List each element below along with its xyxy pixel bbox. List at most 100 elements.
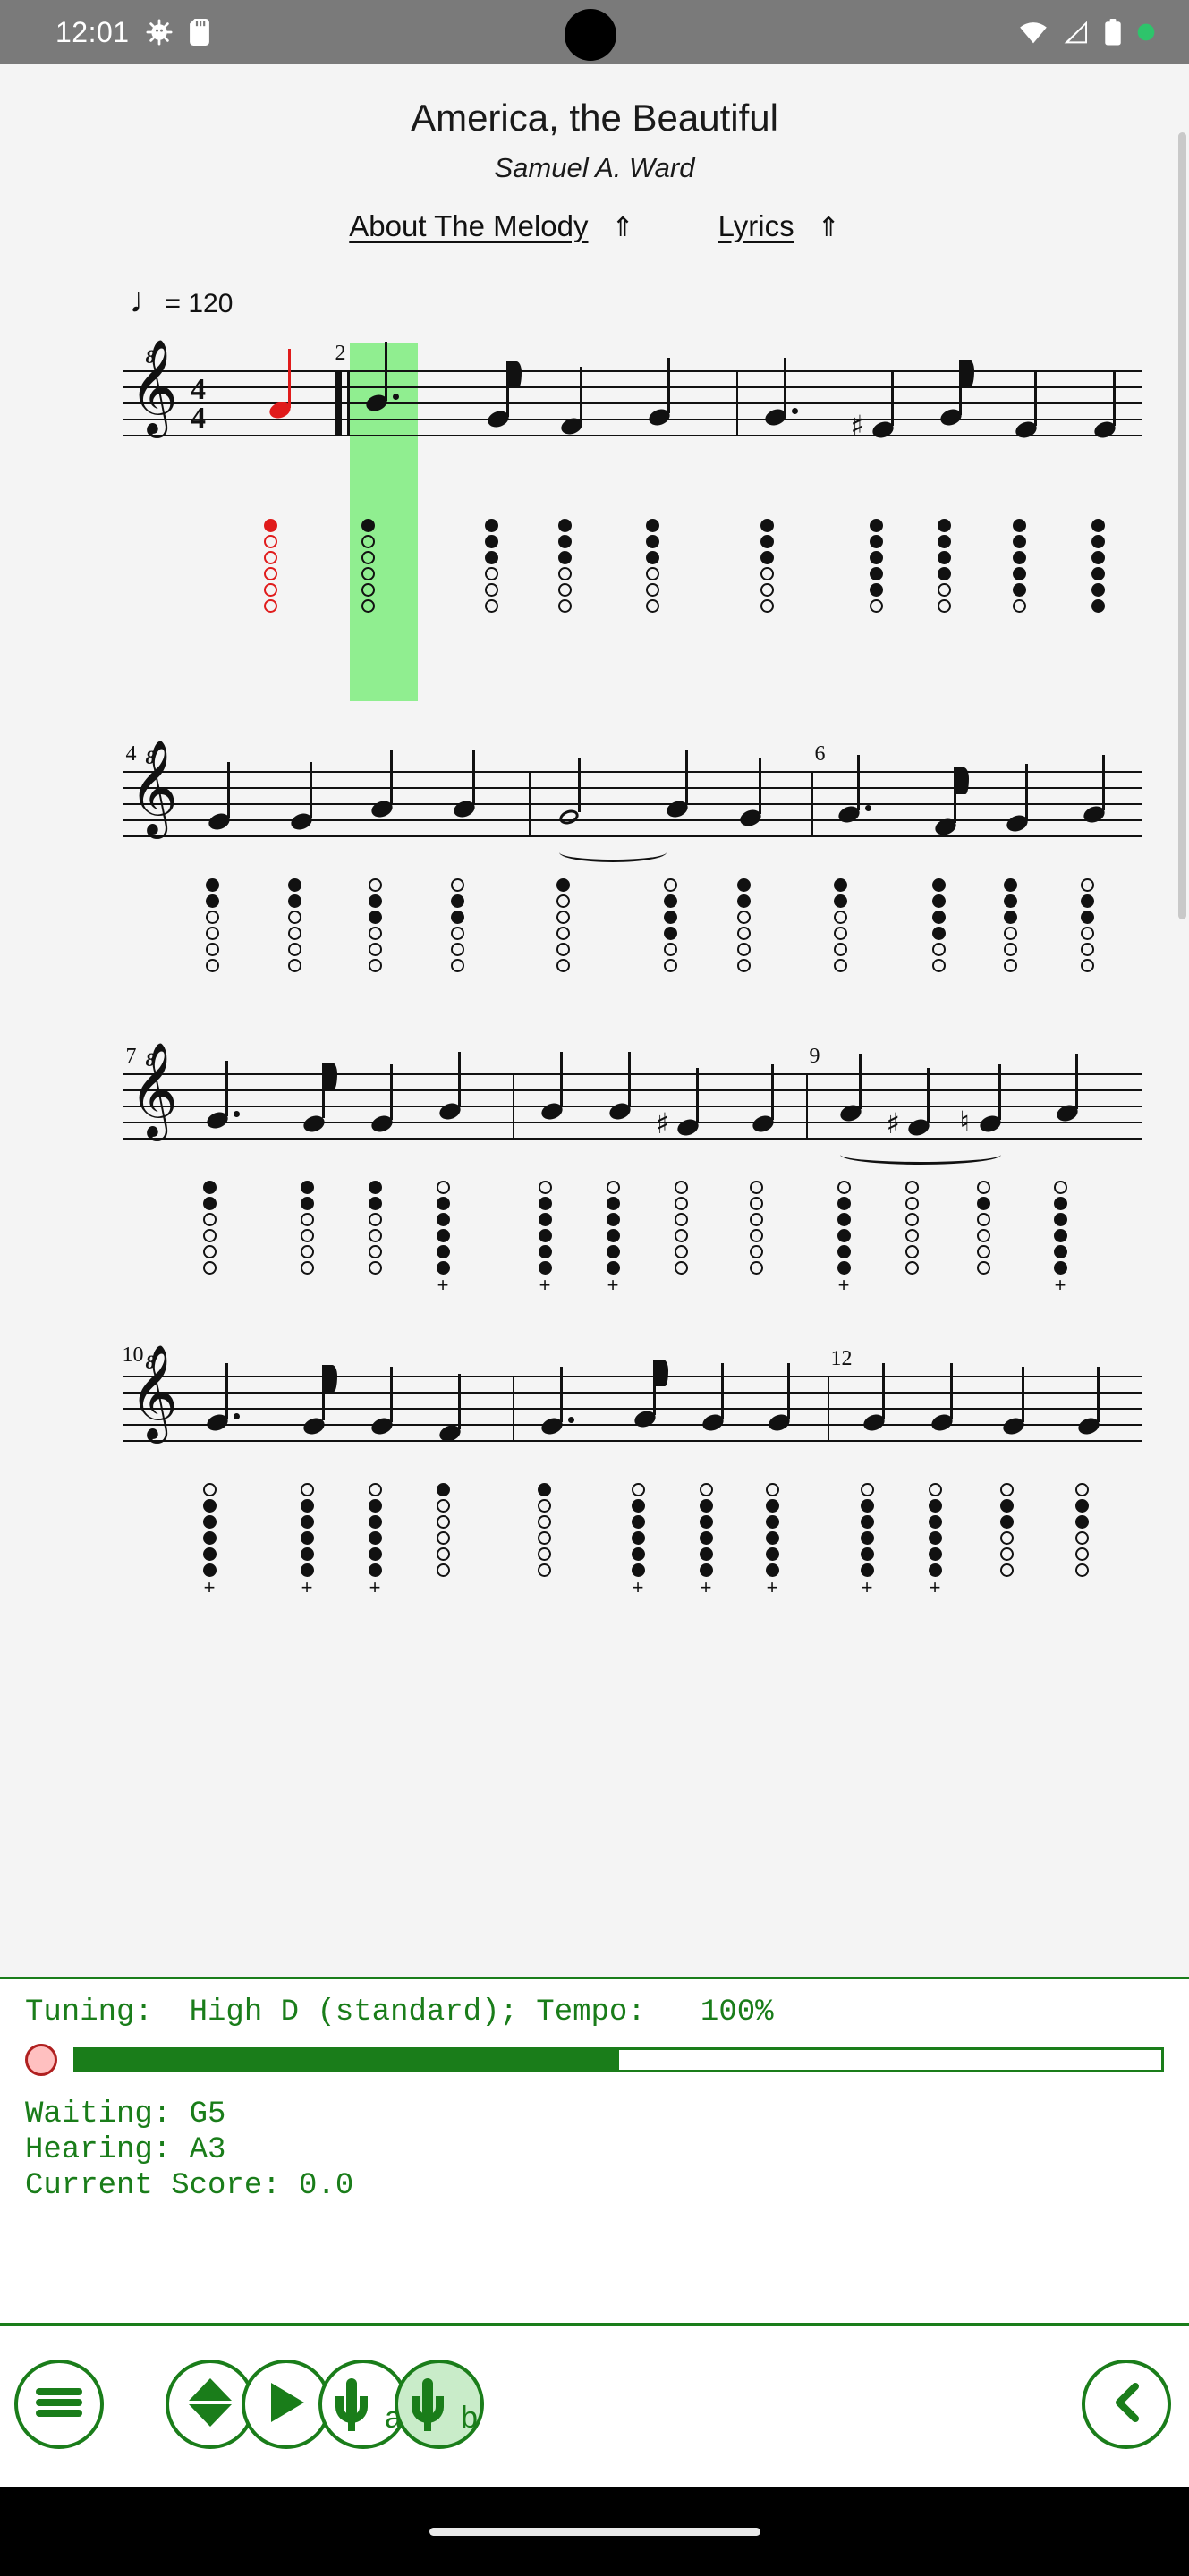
mic-b-content: b [404, 2375, 478, 2435]
fingering-chart [663, 878, 677, 972]
back-button[interactable] [1082, 2360, 1171, 2449]
tempo-value: = 120 [165, 289, 234, 318]
fingering-chart [937, 519, 951, 613]
sd-card-icon [189, 19, 210, 46]
measure-number: 12 [830, 1347, 853, 1370]
overblow-marker: + [861, 1576, 873, 1598]
up-down-arrows-icon [187, 2377, 234, 2433]
fingering-chart [1074, 1483, 1089, 1577]
natural-icon: ♮ [959, 1105, 970, 1139]
fingering-chart [556, 878, 570, 972]
fingering-chart [645, 519, 659, 613]
overblow-marker: + [700, 1576, 712, 1598]
score-system-2: 4 8 𝄞 6 [40, 664, 1150, 972]
score-scroll-area[interactable]: America, the Beautiful Samuel A. Ward Ab… [0, 64, 1189, 1977]
overblow-marker: + [766, 1576, 778, 1598]
fingering-chart [999, 1483, 1014, 1577]
tempo-marking: ♩= 120 [130, 281, 234, 321]
measure-number: 2 [335, 342, 346, 365]
fingering-chart [760, 519, 774, 613]
app-root: 12:01 America, the Beautiful Samuel A. W… [0, 0, 1189, 2576]
fingering-chart [361, 519, 375, 613]
fingering-chart [1012, 519, 1026, 613]
score-system-4: 10 8 𝄞 + + + + + + 12 + + [40, 1268, 1150, 1597]
recording-led-indicator [25, 2044, 57, 2076]
fingering-chart [931, 878, 946, 972]
fingering-chart [450, 878, 464, 972]
fingering-chart [205, 878, 219, 972]
fingering-chart: + [928, 1483, 942, 1598]
fingering-chart [300, 1181, 314, 1275]
fingering-chart: + [300, 1483, 314, 1598]
vertical-scrollbar[interactable] [1178, 132, 1186, 919]
overblow-marker: + [301, 1576, 313, 1598]
staff [122, 1376, 1142, 1442]
staff [122, 771, 1142, 837]
tuning-tempo-line: Tuning: High D (standard); Tempo: 100% [25, 1996, 774, 2029]
fingering-chart: + [860, 1483, 874, 1598]
camera-cutout [565, 9, 616, 61]
overblow-marker: + [632, 1576, 644, 1598]
sharp-icon: ♯ [850, 409, 864, 443]
composer-name: Samuel A. Ward [494, 152, 695, 183]
info-links-row: About The Melody ⇑ Lyrics ⇑ [0, 209, 1189, 243]
bug-icon [146, 19, 173, 46]
status-lines: Waiting: G5 Hearing: A3 Current Score: 0… [0, 2090, 1189, 2201]
mic-b-button[interactable]: b [395, 2360, 484, 2449]
time-signature: 4 4 [183, 373, 214, 436]
fingering-chart [436, 1483, 450, 1577]
tempo-note-icon: ♩ [129, 281, 166, 320]
fingering-chart [1003, 878, 1017, 972]
about-the-melody-link[interactable]: About The Melody [349, 209, 588, 243]
playback-progress-bar[interactable] [73, 2047, 1164, 2072]
time-signature-denominator: 4 [191, 402, 206, 436]
sharp-icon: ♯ [886, 1106, 900, 1140]
lyrics-link-group: Lyrics ⇑ [718, 209, 840, 243]
wifi-icon [1019, 21, 1048, 44]
android-nav-bar [0, 2487, 1189, 2576]
hearing-line: Hearing: A3 [25, 2133, 226, 2167]
menu-button[interactable] [14, 2360, 104, 2449]
fingering-chart [537, 1483, 551, 1577]
overblow-marker: + [929, 1576, 941, 1598]
play-button[interactable] [242, 2360, 331, 2449]
fingering-chart [287, 878, 301, 972]
clock: 12:01 [55, 15, 130, 48]
hamburger-icon [34, 2385, 84, 2425]
tie-slur [558, 843, 667, 862]
battery-icon [1103, 19, 1123, 46]
page-title: America, the Beautiful [411, 97, 778, 139]
fingering-chart: + [368, 1483, 382, 1598]
fingering-chart [368, 878, 382, 972]
up-arrow-icon[interactable]: ⇑ [612, 212, 634, 243]
fingering-chart [557, 519, 572, 613]
fingering-chart: + [765, 1483, 779, 1598]
measure-number: 9 [809, 1045, 820, 1068]
score-system-3: 7 8 𝄞 + + + ♯ 9 + ♯ ♮ + [40, 966, 1150, 1295]
chevron-left-icon [1108, 2381, 1144, 2428]
fingering-chart [368, 1181, 382, 1275]
up-arrow-icon[interactable]: ⇑ [818, 212, 840, 243]
tie-slur [839, 1145, 1001, 1165]
android-status-bar: 12:01 [0, 0, 1189, 64]
mic-b-label: b [461, 2401, 478, 2435]
fingering-chart: + [699, 1483, 713, 1598]
fingering-chart [484, 519, 498, 613]
current-score-line: Current Score: 0.0 [25, 2169, 354, 2203]
fingering-chart [674, 1181, 688, 1275]
overblow-marker: + [203, 1576, 216, 1598]
treble-clef-icon: 𝄞 [129, 739, 178, 835]
fingering-chart [736, 878, 751, 972]
staff [122, 370, 1142, 436]
time-signature-numerator: 4 [191, 373, 206, 406]
overblow-marker: + [369, 1576, 381, 1598]
fingering-chart [904, 1181, 919, 1275]
lyrics-link[interactable]: Lyrics [718, 209, 794, 243]
fingering-chart [749, 1181, 763, 1275]
status-bar-right [1019, 0, 1155, 64]
score-system-1: ♩= 120 8 𝄞 4 4 2 ♯ [40, 263, 1150, 701]
home-gesture-pill[interactable] [429, 2527, 760, 2536]
waiting-line: Waiting: G5 [25, 2097, 226, 2131]
fingering-chart [202, 1181, 217, 1275]
fingering-chart [869, 519, 883, 613]
